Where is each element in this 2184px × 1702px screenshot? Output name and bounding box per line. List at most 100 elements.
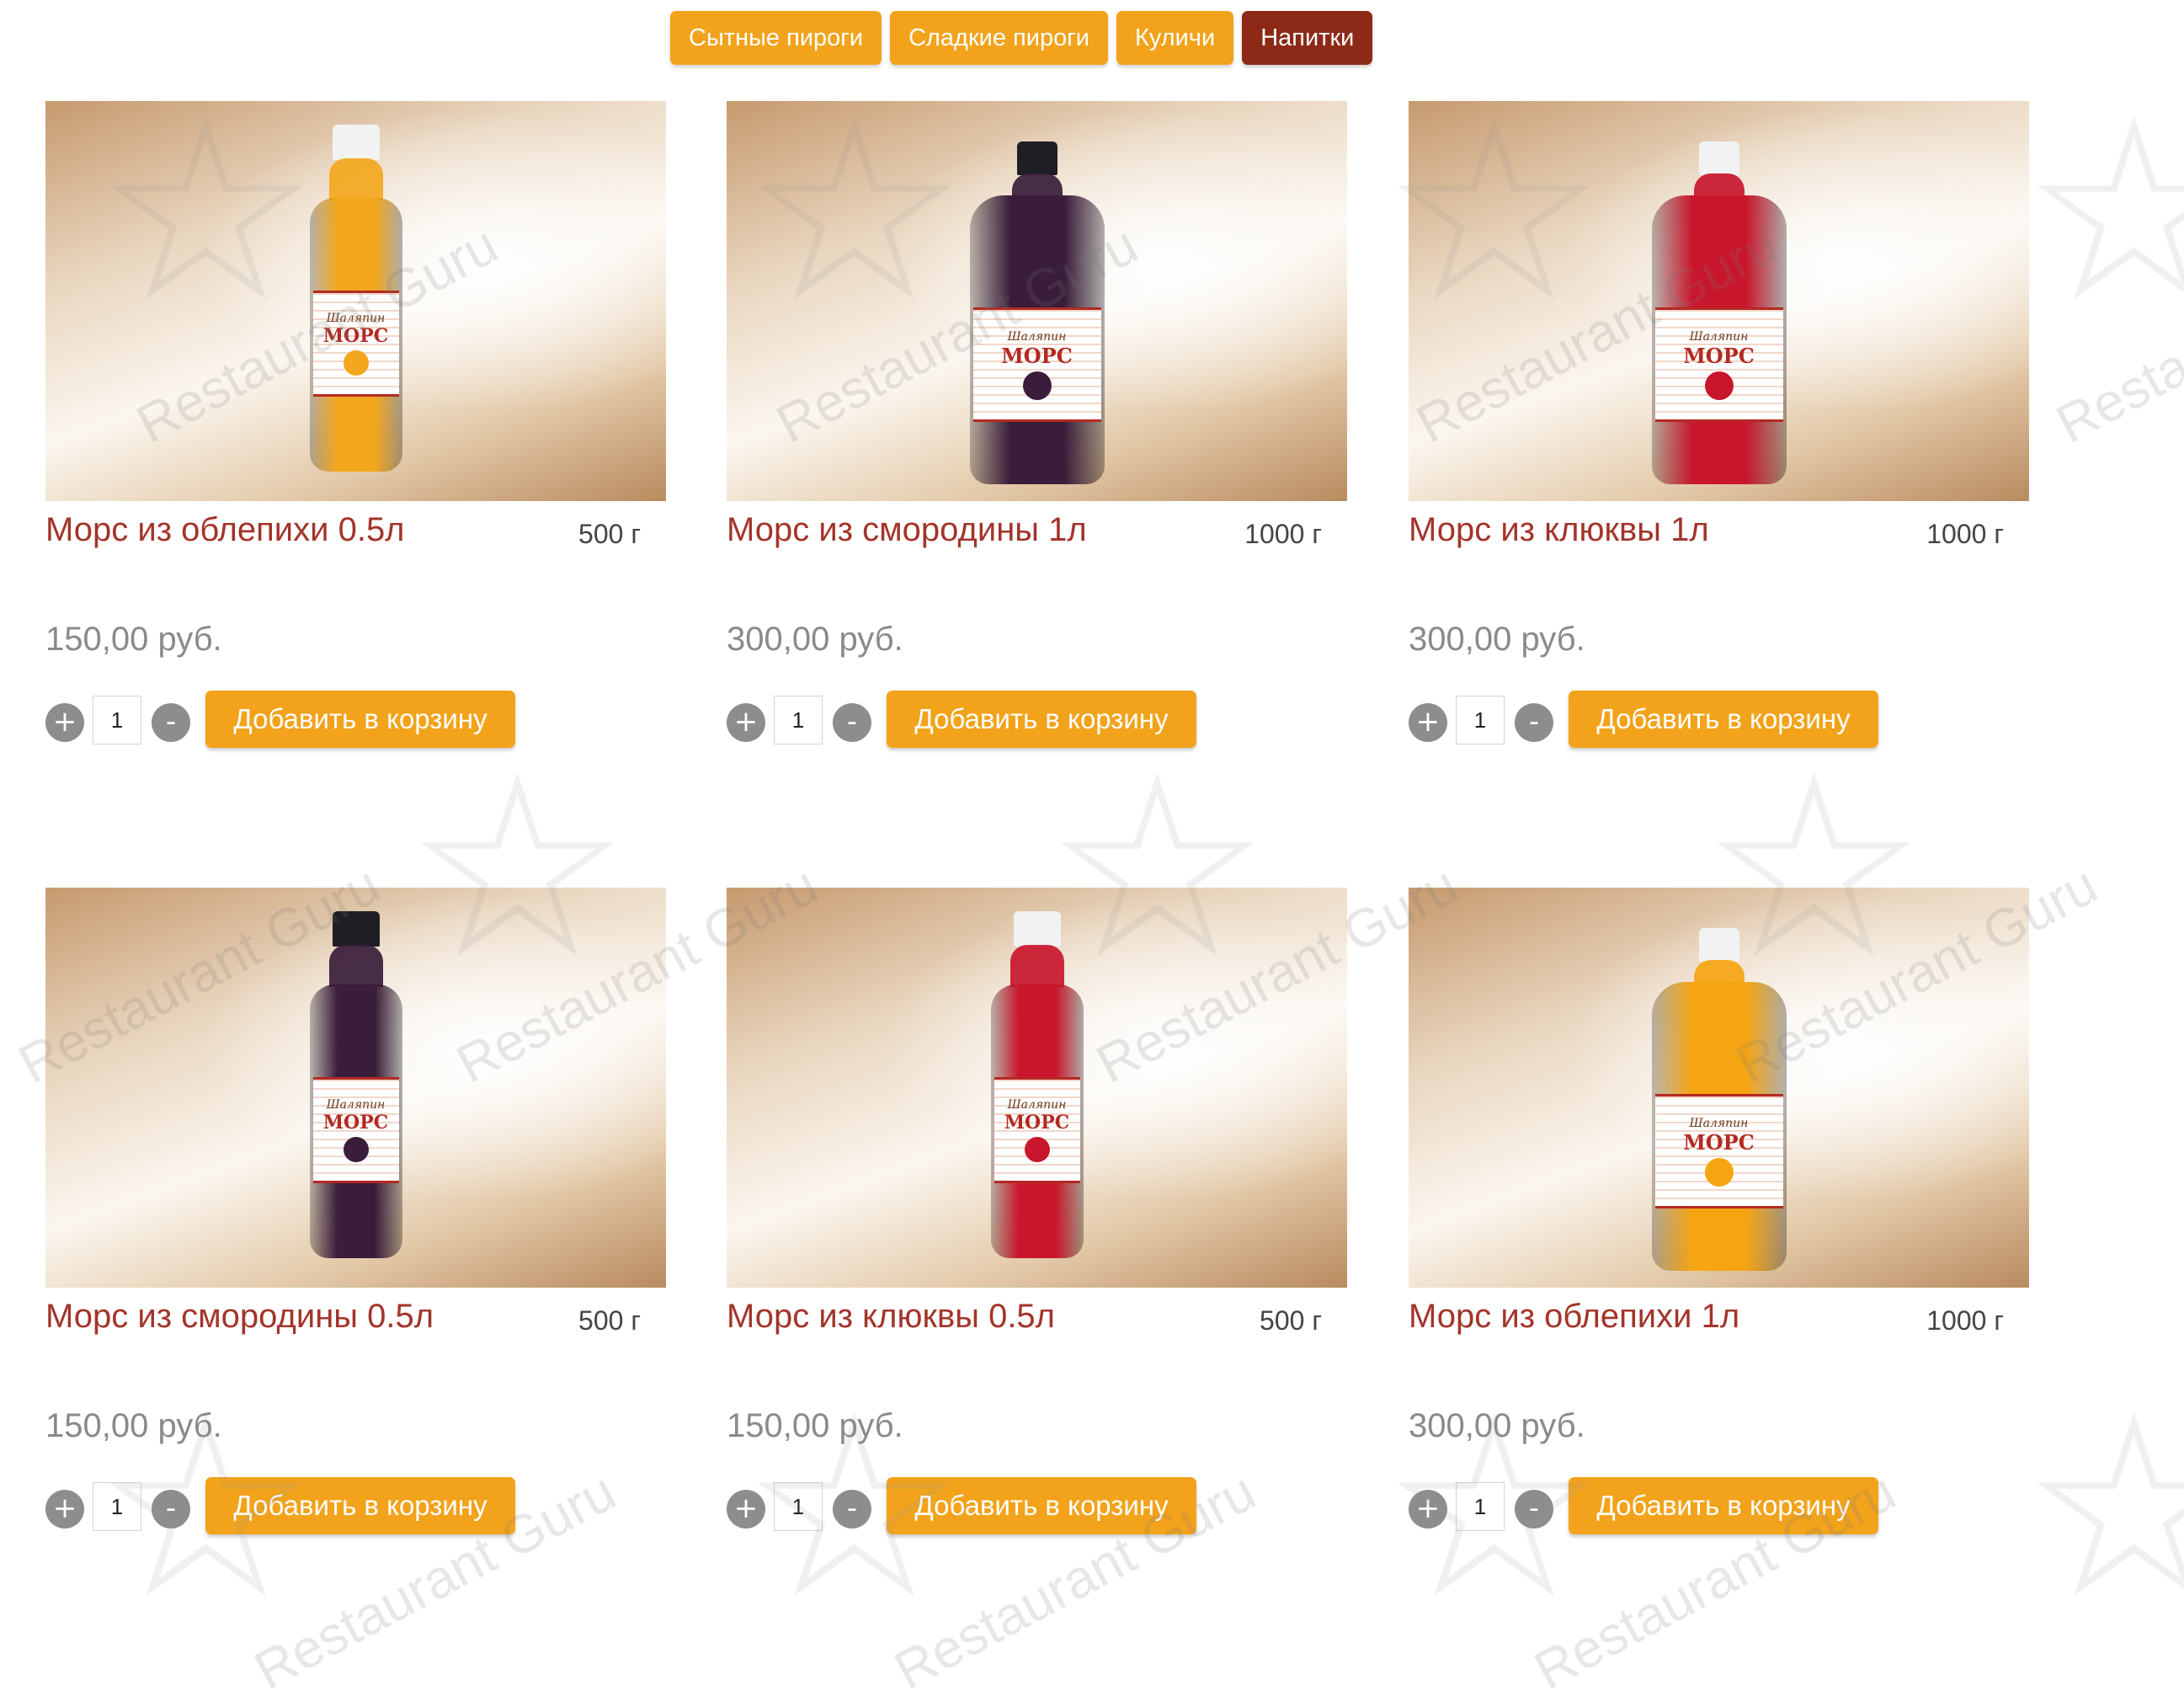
product-price: 300,00 руб. — [1409, 621, 1585, 658]
bottle-cap — [332, 125, 380, 160]
product-title[interactable]: Морс из клюквы 1л — [1409, 511, 1709, 549]
label-brand: Шаляпин — [1689, 1116, 1749, 1130]
product-title[interactable]: Морс из смородины 1л — [727, 511, 1087, 549]
product-price: 150,00 руб. — [45, 1407, 222, 1444]
bottle-cap — [1698, 928, 1739, 962]
quantity-input[interactable] — [774, 696, 823, 744]
product-card: Шаляпин МОРС Морс из облепихи 1л 1000 г … — [1409, 888, 2029, 1534]
add-to-cart-button[interactable]: Добавить в корзину — [205, 1477, 515, 1534]
quantity-stepper: + - Добавить в корзину — [1409, 691, 1914, 748]
bottle-cap — [1016, 141, 1057, 175]
berry-icon — [1022, 371, 1052, 400]
berry-icon — [343, 1137, 369, 1162]
quantity-input[interactable] — [93, 1482, 141, 1531]
plus-icon[interactable]: + — [1409, 1490, 1447, 1529]
product-weight: 1000 г — [1926, 519, 2004, 549]
product-weight: 1000 г — [1244, 519, 1322, 549]
bottle-label: Шаляпин МОРС — [1654, 307, 1783, 422]
label-brand: Шаляпин — [1689, 329, 1749, 344]
product-weight: 1000 г — [1926, 1305, 2004, 1336]
product-title[interactable]: Морс из смородины 0.5л — [45, 1298, 434, 1336]
bottle-neck — [328, 158, 383, 200]
add-to-cart-button[interactable]: Добавить в корзину — [205, 691, 515, 748]
label-word: МОРС — [1001, 343, 1073, 368]
product-photo: Шаляпин МОРС — [1409, 888, 2029, 1288]
product-card: Шаляпин МОРС Морс из клюквы 1л 1000 г 30… — [1409, 101, 2029, 748]
tab-sweet-pies[interactable]: Сладкие пироги — [890, 11, 1108, 65]
minus-icon[interactable]: - — [152, 1490, 190, 1529]
watermark-text: Restaurant Guru — [2046, 214, 2184, 455]
label-word: МОРС — [322, 1112, 389, 1134]
product-price: 300,00 руб. — [1409, 1407, 1585, 1444]
quantity-stepper: + - Добавить в корзину — [1409, 1477, 1914, 1534]
label-word: МОРС — [322, 325, 389, 347]
product-price: 150,00 руб. — [727, 1407, 903, 1444]
minus-icon[interactable]: - — [833, 1490, 871, 1529]
bottle-label: Шаляпин МОРС — [312, 291, 399, 397]
watermark-logo-icon: ☆ — [2021, 1366, 2184, 1649]
add-to-cart-button[interactable]: Добавить в корзину — [1569, 1477, 1878, 1534]
quantity-input[interactable] — [1456, 1482, 1505, 1531]
add-to-cart-button[interactable]: Добавить в корзину — [1569, 691, 1878, 748]
minus-icon[interactable]: - — [833, 703, 871, 742]
plus-icon[interactable]: + — [727, 1490, 765, 1529]
product-card: Шаляпин МОРС Морс из клюквы 0.5л 500 г 1… — [727, 888, 1347, 1534]
product-photo: Шаляпин МОРС — [1409, 101, 2029, 501]
minus-icon[interactable]: - — [1515, 703, 1553, 742]
bottle-label: Шаляпин МОРС — [972, 307, 1101, 422]
bottle-label: Шаляпин МОРС — [1654, 1094, 1783, 1208]
bottle-label: Шаляпин МОРС — [993, 1077, 1080, 1183]
quantity-input[interactable] — [93, 696, 141, 744]
quantity-input[interactable] — [1456, 696, 1505, 744]
product-weight: 500 г — [578, 519, 641, 549]
tab-kulich[interactable]: Куличи — [1116, 11, 1234, 65]
quantity-stepper: + - Добавить в корзину — [45, 691, 551, 748]
bottle-neck — [328, 945, 383, 987]
tab-savory-pies[interactable]: Сытные пироги — [670, 11, 882, 65]
plus-icon[interactable]: + — [45, 703, 84, 742]
product-weight: 500 г — [1260, 1305, 1322, 1336]
product-photo: Шаляпин МОРС — [45, 101, 666, 501]
product-photo: Шаляпин МОРС — [45, 888, 666, 1288]
berry-icon — [343, 350, 369, 376]
product-price: 300,00 руб. — [727, 621, 903, 658]
product-title[interactable]: Морс из облепихи 0.5л — [45, 511, 405, 549]
quantity-stepper: + - Добавить в корзину — [45, 1477, 551, 1534]
product-card: Шаляпин МОРС Морс из смородины 1л 1000 г… — [727, 101, 1347, 748]
berry-icon — [1024, 1137, 1050, 1162]
quantity-input[interactable] — [774, 1482, 823, 1531]
label-word: МОРС — [1683, 1129, 1755, 1155]
label-word: МОРС — [1004, 1112, 1070, 1134]
tab-drinks[interactable]: Напитки — [1242, 11, 1373, 65]
product-title[interactable]: Морс из клюквы 0.5л — [727, 1298, 1055, 1336]
category-tabs: Сытные пироги Сладкие пироги Куличи Напи… — [670, 11, 1373, 65]
minus-icon[interactable]: - — [152, 703, 190, 742]
product-price: 150,00 руб. — [45, 621, 222, 658]
plus-icon[interactable]: + — [45, 1490, 84, 1529]
label-brand: Шаляпин — [1007, 329, 1067, 344]
product-card: Шаляпин МОРС Морс из облепихи 0.5л 500 г… — [45, 101, 666, 748]
berry-icon — [1704, 1157, 1734, 1187]
plus-icon[interactable]: + — [1409, 703, 1447, 742]
bottle-cap — [1698, 141, 1739, 175]
quantity-stepper: + - Добавить в корзину — [727, 691, 1232, 748]
product-title[interactable]: Морс из облепихи 1л — [1409, 1298, 1739, 1336]
add-to-cart-button[interactable]: Добавить в корзину — [887, 691, 1196, 748]
product-photo: Шаляпин МОРС — [727, 888, 1347, 1288]
bottle-label: Шаляпин МОРС — [312, 1077, 399, 1183]
product-weight: 500 г — [578, 1305, 641, 1336]
bottle-neck — [1009, 945, 1064, 987]
minus-icon[interactable]: - — [1515, 1490, 1553, 1529]
product-card: Шаляпин МОРС Морс из смородины 0.5л 500 … — [45, 888, 666, 1534]
label-word: МОРС — [1683, 343, 1755, 368]
bottle-cap — [1013, 911, 1061, 947]
label-brand: Шаляпин — [326, 1098, 386, 1112]
quantity-stepper: + - Добавить в корзину — [727, 1477, 1232, 1534]
add-to-cart-button[interactable]: Добавить в корзину — [887, 1477, 1196, 1534]
plus-icon[interactable]: + — [727, 703, 765, 742]
watermark-logo-icon: ☆ — [2021, 69, 2184, 352]
product-photo: Шаляпин МОРС — [727, 101, 1347, 501]
label-brand: Шаляпин — [326, 312, 386, 325]
label-brand: Шаляпин — [1007, 1098, 1067, 1112]
berry-icon — [1704, 371, 1734, 400]
